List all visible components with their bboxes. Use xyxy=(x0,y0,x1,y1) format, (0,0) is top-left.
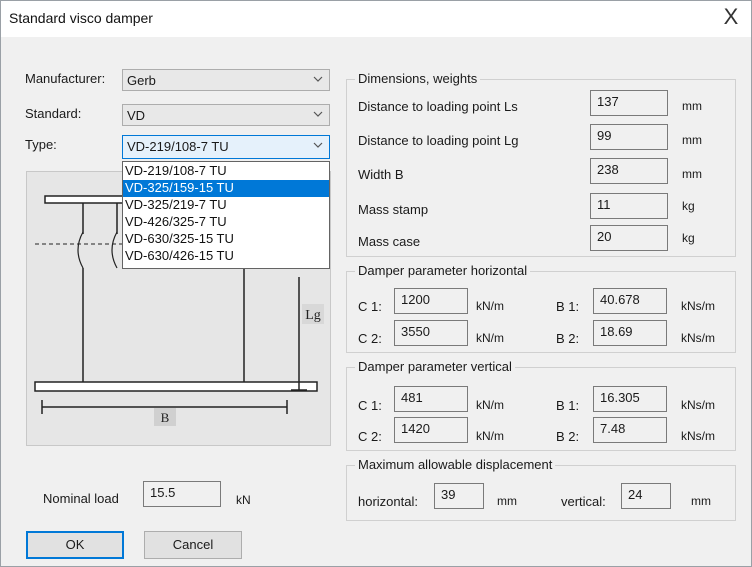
b-label: B xyxy=(161,410,170,425)
width-label: Width B xyxy=(358,167,404,182)
width-unit: mm xyxy=(682,167,702,181)
h-b1-field[interactable]: 40.678 xyxy=(593,288,667,314)
horizontal-title: Damper parameter horizontal xyxy=(355,263,531,278)
h-c2-field[interactable]: 3550 xyxy=(394,320,468,346)
ok-button[interactable]: OK xyxy=(26,531,124,559)
h-c1-unit: kN/m xyxy=(476,299,504,313)
type-option[interactable]: VD-325/219-7 TU xyxy=(123,197,329,214)
disp-horizontal-label: horizontal: xyxy=(358,494,418,509)
v-b2-field[interactable]: 7.48 xyxy=(593,417,667,443)
vertical-title: Damper parameter vertical xyxy=(355,359,515,374)
nominal-load-label: Nominal load xyxy=(43,491,119,506)
displacement-group: Maximum allowable displacement xyxy=(346,457,736,521)
disp-vertical-unit: mm xyxy=(691,494,711,508)
v-b1-unit: kNs/m xyxy=(681,398,715,412)
standard-value: VD xyxy=(127,108,146,123)
ls-field[interactable]: 137 xyxy=(590,90,668,116)
disp-vertical-field[interactable]: 24 xyxy=(621,483,671,509)
type-value: VD-219/108-7 TU xyxy=(127,139,229,154)
disp-vertical-label: vertical: xyxy=(561,494,606,509)
disp-horizontal-field[interactable]: 39 xyxy=(434,483,484,509)
v-c1-label: C 1: xyxy=(358,398,382,413)
lg-field[interactable]: 99 xyxy=(590,124,668,150)
ls-label: Distance to loading point Ls xyxy=(358,99,518,114)
displacement-title: Maximum allowable displacement xyxy=(355,457,556,472)
lg-label: Lg xyxy=(305,308,321,323)
type-option[interactable]: VD-219/108-7 TU xyxy=(123,163,329,180)
manufacturer-value: Gerb xyxy=(127,73,156,88)
type-dropdown-list[interactable]: VD-219/108-7 TU VD-325/159-15 TU VD-325/… xyxy=(122,161,330,269)
h-b2-field[interactable]: 18.69 xyxy=(593,320,667,346)
lg-dist-label: Distance to loading point Lg xyxy=(358,133,519,148)
mass-case-unit: kg xyxy=(682,231,695,245)
v-c2-field[interactable]: 1420 xyxy=(394,417,468,443)
v-b2-unit: kNs/m xyxy=(681,429,715,443)
nominal-load-field[interactable]: 15.5 xyxy=(143,481,221,507)
nominal-load-unit: kN xyxy=(236,493,251,507)
lg-unit: mm xyxy=(682,133,702,147)
standard-select[interactable]: VD xyxy=(122,104,330,126)
v-b2-label: B 2: xyxy=(556,429,580,444)
v-c1-unit: kN/m xyxy=(476,398,504,412)
type-option[interactable]: VD-426/325-7 TU xyxy=(123,214,329,231)
h-b2-label: B 2: xyxy=(556,331,580,346)
type-option-highlighted[interactable]: VD-325/159-15 TU xyxy=(123,180,329,197)
dialog-window: Standard visco damper X Manufacturer: Ge… xyxy=(0,0,752,567)
mass-case-field[interactable]: 20 xyxy=(590,225,668,251)
cancel-button[interactable]: Cancel xyxy=(144,531,242,559)
h-b1-unit: kNs/m xyxy=(681,299,715,313)
close-icon[interactable]: X xyxy=(715,3,747,33)
mass-stamp-field[interactable]: 11 xyxy=(590,193,668,219)
base-plate xyxy=(34,381,318,392)
dimensions-title: Dimensions, weights xyxy=(355,71,481,86)
h-b1-label: B 1: xyxy=(556,299,580,314)
type-label: Type: xyxy=(25,137,57,152)
h-b2-unit: kNs/m xyxy=(681,331,715,345)
v-c1-field[interactable]: 481 xyxy=(394,386,468,412)
h-c2-unit: kN/m xyxy=(476,331,504,345)
standard-label: Standard: xyxy=(25,106,82,121)
title-bar: Standard visco damper X xyxy=(1,1,751,37)
v-c2-unit: kN/m xyxy=(476,429,504,443)
type-option[interactable]: VD-630/426-15 TU xyxy=(123,248,329,265)
v-b1-label: B 1: xyxy=(556,398,580,413)
chevron-down-icon xyxy=(313,111,323,117)
width-field[interactable]: 238 xyxy=(590,158,668,184)
window-title: Standard visco damper xyxy=(9,10,153,26)
h-c2-label: C 2: xyxy=(358,331,382,346)
chevron-down-icon xyxy=(313,142,323,148)
v-c2-label: C 2: xyxy=(358,429,382,444)
mass-case-label: Mass case xyxy=(358,234,421,249)
ls-unit: mm xyxy=(682,99,702,113)
chevron-down-icon xyxy=(313,76,323,82)
disp-horizontal-unit: mm xyxy=(497,494,517,508)
type-select[interactable]: VD-219/108-7 TU xyxy=(122,135,330,159)
manufacturer-label: Manufacturer: xyxy=(25,71,106,86)
h-c1-field[interactable]: 1200 xyxy=(394,288,468,314)
v-b1-field[interactable]: 16.305 xyxy=(593,386,667,412)
h-c1-label: C 1: xyxy=(358,299,382,314)
mass-stamp-label: Mass stamp xyxy=(358,202,429,217)
manufacturer-select[interactable]: Gerb xyxy=(122,69,330,91)
mass-stamp-unit: kg xyxy=(682,199,695,213)
type-option[interactable]: VD-630/325-15 TU xyxy=(123,231,329,248)
